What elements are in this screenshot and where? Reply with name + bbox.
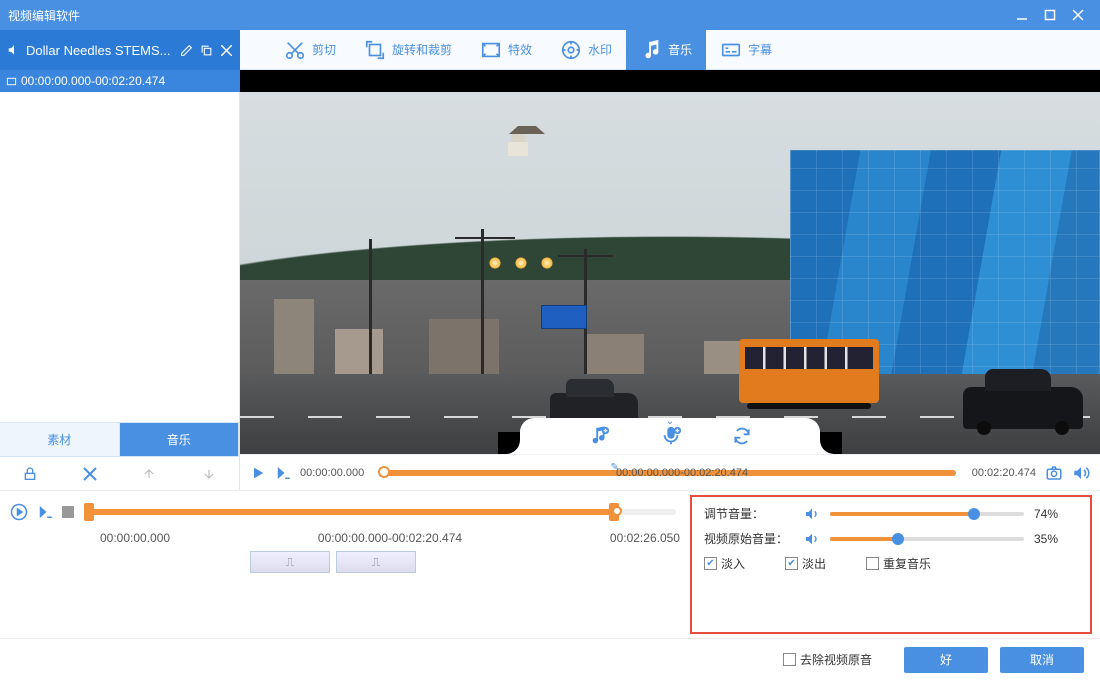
tool-subtitle[interactable]: 字幕: [706, 30, 786, 70]
app-title: 视频编辑软件: [8, 7, 1008, 24]
move-up-button[interactable]: [137, 462, 161, 486]
file-name: Dollar Needles STEMS...: [26, 43, 174, 58]
fade-in-checkbox[interactable]: ✔淡入: [704, 555, 745, 572]
original-volume-knob[interactable]: [892, 533, 904, 545]
timeline-stop-button[interactable]: [62, 506, 74, 518]
side-tab-music[interactable]: 音乐: [120, 423, 240, 456]
repeat-music-checkbox[interactable]: 重复音乐: [866, 555, 931, 572]
minimize-button[interactable]: [1008, 5, 1036, 25]
adjust-volume-label: 调节音量：: [704, 505, 794, 522]
floating-action-bar: ⌄: [520, 418, 820, 454]
sidebar-body: [0, 92, 239, 422]
playbar-range: 00:00:00.000-00:02:20.474: [616, 467, 748, 479]
timeline-play-button[interactable]: [10, 503, 28, 521]
speaker-icon: [6, 42, 22, 58]
cancel-button[interactable]: 取消: [1000, 647, 1084, 673]
clip-icon: [6, 76, 17, 87]
playbar: 00:00:00.000 ✎ 00:00:00.000-00:02:20.474…: [240, 454, 1100, 490]
adjust-volume-value: 74%: [1034, 507, 1078, 521]
playbar-end-time: 00:02:20.474: [972, 467, 1036, 479]
add-music-button[interactable]: [588, 425, 610, 447]
timeline-start-time: 00:00:00.000: [100, 531, 170, 545]
sidebar: 素材 音乐: [0, 92, 240, 490]
side-tab-material[interactable]: 素材: [0, 423, 120, 456]
original-volume-value: 35%: [1034, 532, 1078, 546]
segment-box-2[interactable]: ⎍: [336, 551, 416, 573]
duplicate-icon[interactable]: [198, 42, 214, 58]
file-item[interactable]: Dollar Needles STEMS...: [0, 30, 240, 70]
playbar-start-time: 00:00:00.000: [300, 467, 364, 479]
snapshot-button[interactable]: [1044, 464, 1064, 482]
replace-button[interactable]: [732, 426, 752, 446]
lock-button[interactable]: [18, 462, 42, 486]
timeline-playhead[interactable]: [612, 506, 622, 516]
volume-button[interactable]: [1072, 464, 1090, 482]
segment-box-1[interactable]: ⎍: [250, 551, 330, 573]
timeline-range: 00:00:00.000-00:02:20.474: [318, 531, 462, 545]
edit-icon[interactable]: [178, 42, 194, 58]
timeline-panel: 00:00:00.000 00:00:00.000-00:02:20.474 0…: [0, 491, 690, 638]
adjust-volume-knob[interactable]: [968, 508, 980, 520]
maximize-button[interactable]: [1036, 5, 1064, 25]
original-volume-slider[interactable]: [830, 537, 1024, 541]
playbar-thumb[interactable]: [378, 466, 390, 478]
close-button[interactable]: [1064, 5, 1092, 25]
toolbar: 剪切 旋转和裁剪 特效 水印 音乐 字幕: [240, 30, 1100, 70]
fade-out-checkbox[interactable]: ✔淡出: [785, 555, 826, 572]
tool-music[interactable]: 音乐: [626, 30, 706, 70]
footer: 去除视频原音 好 取消: [0, 638, 1100, 680]
video-preview[interactable]: ⌄: [240, 92, 1100, 454]
volume-icon[interactable]: [804, 531, 820, 547]
play-button[interactable]: [250, 465, 266, 481]
remove-file-icon[interactable]: [218, 42, 234, 58]
next-frame-button[interactable]: [274, 464, 292, 482]
original-volume-label: 视频原始音量：: [704, 530, 794, 547]
ok-button[interactable]: 好: [904, 647, 988, 673]
timeline-handle-start[interactable]: [84, 503, 94, 521]
remove-original-audio-checkbox[interactable]: 去除视频原音: [783, 651, 872, 668]
audio-settings-panel: 调节音量： 74% 视频原始音量： 35% ✔淡入 ✔淡出 重复音乐: [690, 495, 1092, 634]
preview-pane: ⌄ 00:00:00.000 ✎ 00:00:00.000-00:02:20.4…: [240, 92, 1100, 490]
delete-button[interactable]: [78, 462, 102, 486]
tool-rotate-crop[interactable]: 旋转和裁剪: [350, 30, 466, 70]
title-bar: 视频编辑软件: [0, 0, 1100, 30]
volume-icon[interactable]: [804, 506, 820, 522]
tool-watermark[interactable]: 水印: [546, 30, 626, 70]
move-down-button[interactable]: [197, 462, 221, 486]
add-voice-button[interactable]: [660, 425, 682, 447]
timeline-next-button[interactable]: [36, 503, 54, 521]
adjust-volume-slider[interactable]: [830, 512, 1024, 516]
tool-effects[interactable]: 特效: [466, 30, 546, 70]
timeline-end-time: 00:02:26.050: [610, 531, 680, 545]
collapse-caret-icon[interactable]: ⌄: [666, 416, 674, 427]
file-timecode: 00:00:00.000-00:02:20.474: [0, 70, 240, 92]
timeline-track[interactable]: [86, 509, 676, 515]
tool-cut[interactable]: 剪切: [270, 30, 350, 70]
